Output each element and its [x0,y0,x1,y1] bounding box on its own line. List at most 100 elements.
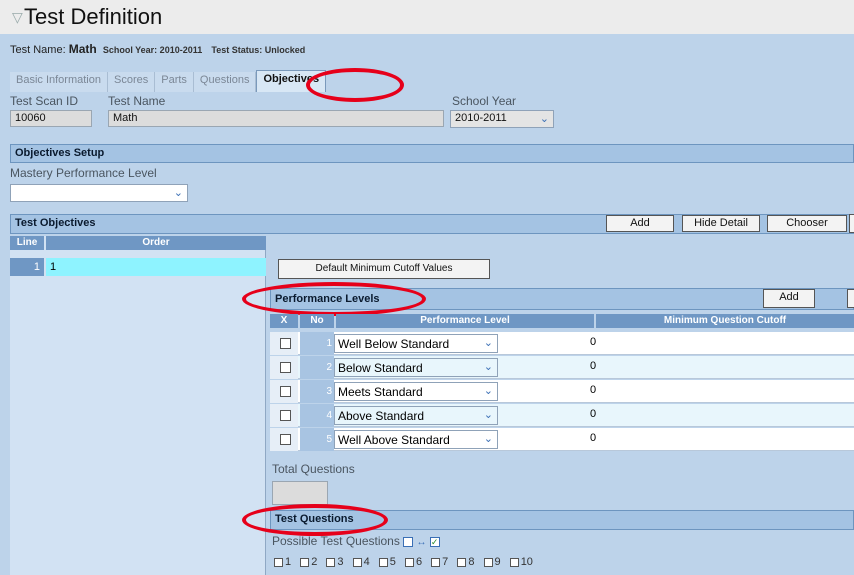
school-year-select-value: 2010-2011 [455,112,507,124]
objective-row-order[interactable]: 1 [46,258,266,276]
question-checkbox[interactable] [274,557,283,567]
question-number: 1 [285,556,292,568]
objectives-add-button[interactable]: Add [606,215,674,232]
performance-level-row: 4 Above Standard ⌄ 0 [270,404,854,427]
objectives-list-panel [10,236,266,575]
default-minimum-cutoff-button[interactable]: Default Minimum Cutoff Values [278,259,490,279]
row-delete-checkbox[interactable] [280,410,291,421]
row-number: 2 [300,356,334,379]
total-questions-field[interactable] [272,481,328,505]
question-checkbox[interactable] [509,557,519,567]
test-name-field[interactable]: Math [108,110,444,127]
col-delete-header: X [270,314,298,328]
performance-level-value: Well Below Standard [338,337,450,351]
highlight-ring-performance-levels [242,282,426,316]
question-checkbox[interactable] [378,557,388,567]
question-checkbox[interactable] [352,557,362,567]
tab-parts[interactable]: Parts [155,72,194,92]
row-number: 3 [300,380,334,403]
question-checkbox[interactable] [326,557,336,567]
objective-row-line[interactable]: 1 [10,258,44,276]
tab-basic-information[interactable]: Basic Information [10,72,108,92]
chevron-down-icon: ⌄ [483,361,493,373]
question-number: 6 [415,556,423,568]
test-scan-id-label: Test Scan ID [10,94,79,108]
test-definition-page: ▽ Test Definition Test Name: Math School… [0,0,854,575]
row-number: 5 [300,428,334,451]
highlight-ring-objectives-tab [306,68,404,102]
question-number: 4 [363,556,370,568]
swap-arrows-icon[interactable]: ↔ [417,537,427,548]
chevron-down-icon: ⌄ [483,337,493,349]
question-number: 8 [468,556,475,568]
row-delete-checkbox[interactable] [280,338,291,349]
performance-level-value: Below Standard [338,361,423,375]
question-checkbox[interactable] [404,557,414,567]
collapse-triangle-icon[interactable]: ▽ [12,9,23,26]
search-icon[interactable] [847,289,854,308]
chevron-down-icon: ⌄ [483,385,493,397]
objectives-setup-header: Objectives Setup [10,144,854,163]
row-delete-checkbox[interactable] [280,386,291,397]
question-number: 5 [389,556,396,568]
chooser-button[interactable]: Chooser [767,215,847,232]
row-delete-checkbox[interactable] [280,362,291,373]
question-checkbox[interactable] [483,557,493,567]
mastery-performance-level-select[interactable]: ⌄ [10,184,188,202]
tab-scores[interactable]: Scores [107,72,156,92]
question-checkbox[interactable] [300,557,310,567]
col-minimum-cutoff-header[interactable]: Minimum Question Cutoff [596,314,854,328]
test-info-line: Test Name: Math School Year: 2010-2011 T… [10,42,305,56]
performance-level-row: 3 Meets Standard ⌄ 0 [270,380,854,403]
school-year-field-label: School Year [452,94,517,108]
chevron-down-icon: ⌄ [173,187,183,199]
possible-test-questions-text: Possible Test Questions [272,534,400,548]
col-line-header: Line [10,236,44,250]
minimum-cutoff-value[interactable]: 0 [590,336,596,348]
test-status-info: Test Status: Unlocked [211,45,306,55]
test-name-label: Test Name: [10,44,66,56]
select-none-icon[interactable] [403,536,414,547]
chevron-down-icon: ⌄ [539,113,549,125]
question-checkbox[interactable] [431,557,441,567]
highlight-ring-test-questions [242,504,388,536]
minimum-cutoff-value[interactable]: 0 [590,432,596,444]
row-number: 1 [300,332,334,355]
hide-detail-button[interactable]: Hide Detail [682,215,760,232]
performance-level-row: 5 Well Above Standard ⌄ 0 [270,428,854,451]
test-scan-id-field[interactable]: 10060 [10,110,92,127]
performance-level-select[interactable]: Below Standard ⌄ [334,358,498,377]
search-icon[interactable] [849,214,854,233]
col-order-header: Order [46,236,266,250]
minimum-cutoff-value[interactable]: 0 [590,408,596,420]
minimum-cutoff-value[interactable]: 0 [590,360,596,372]
question-number: 7 [442,556,449,568]
page-title: Test Definition [24,4,163,29]
school-year-info: School Year: 2010-2011 [102,45,203,55]
performance-add-button[interactable]: Add [763,289,815,308]
row-delete-checkbox[interactable] [280,434,291,445]
chevron-down-icon: ⌄ [483,409,493,421]
performance-level-select[interactable]: Meets Standard ⌄ [334,382,498,401]
performance-level-value: Above Standard [338,409,425,423]
select-all-icon[interactable]: ✓ [429,536,440,547]
performance-level-select[interactable]: Above Standard ⌄ [334,406,498,425]
tab-questions[interactable]: Questions [193,72,257,92]
school-year-select[interactable]: 2010-2011 ⌄ [450,110,554,128]
performance-level-row: 2 Below Standard ⌄ 0 [270,356,854,379]
test-name-field-label: Test Name [108,94,166,108]
question-checkbox[interactable] [457,557,467,567]
question-number: 3 [337,556,344,568]
performance-level-select[interactable]: Well Below Standard ⌄ [334,334,498,353]
possible-test-questions-label: Possible Test Questions ↔ ✓ [272,534,440,548]
minimum-cutoff-value[interactable]: 0 [590,384,596,396]
col-performance-level-header[interactable]: Performance Level [336,314,594,328]
question-number: 9 [494,556,501,568]
question-number: 2 [311,556,318,568]
total-questions-label: Total Questions [272,462,355,476]
mastery-performance-level-label: Mastery Performance Level [10,166,157,180]
question-number: 10 [520,556,533,568]
performance-level-select[interactable]: Well Above Standard ⌄ [334,430,498,449]
question-checkbox-list: 1 2 3 4 5 6 7 8 9 10 [268,556,533,568]
col-number-header: No [300,314,334,328]
